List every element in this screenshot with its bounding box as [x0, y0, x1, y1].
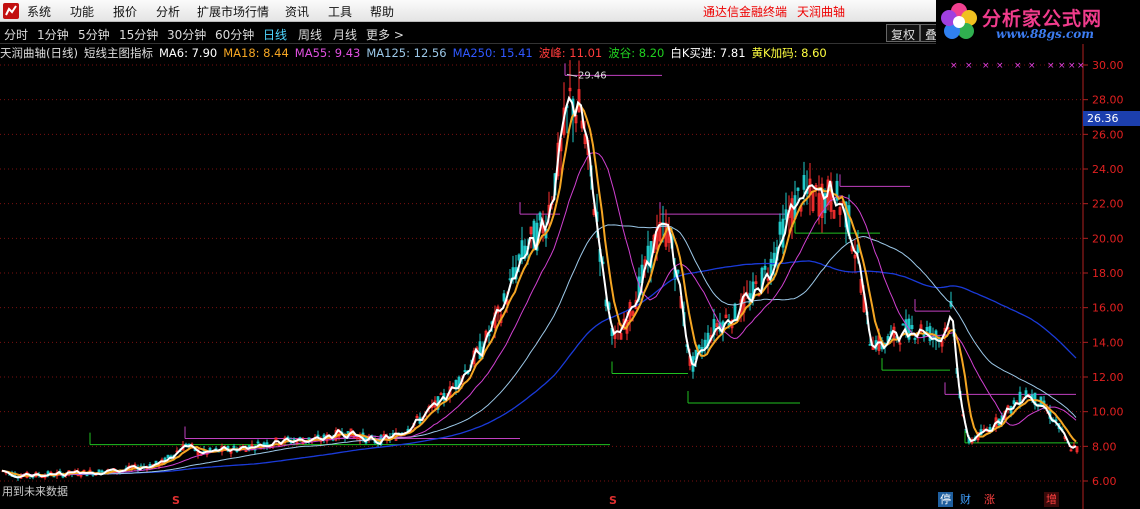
- candle-body: [913, 338, 917, 340]
- price-tick-label: 10.00: [1092, 406, 1124, 419]
- menu-function[interactable]: 功能: [70, 3, 94, 20]
- ma55-line: [1, 152, 1077, 476]
- signal-increase-badge[interactable]: 增: [1044, 492, 1059, 507]
- price-tick-label: 16.00: [1092, 302, 1124, 315]
- future-data-warning: 用到未来数据: [2, 485, 68, 498]
- signal-limit-up-badge[interactable]: 涨: [982, 492, 997, 507]
- ma250-line: [1, 260, 1077, 476]
- period-bar: 分时 1分钟 5分钟 15分钟 30分钟 60分钟 日线 周线 月线 更多 > …: [0, 22, 943, 44]
- candle-body: [697, 345, 701, 349]
- menu-tools[interactable]: 工具: [328, 3, 352, 20]
- candle-body: [538, 212, 542, 221]
- candle-body: [733, 303, 737, 321]
- app-logo-icon: [3, 3, 19, 19]
- candle-body: [232, 445, 236, 449]
- candle-body: [763, 265, 767, 270]
- candle-body: [511, 267, 515, 279]
- menu-analysis[interactable]: 分析: [156, 3, 180, 20]
- wave-star-marker: ×: [996, 61, 1004, 71]
- period-1min[interactable]: 1分钟: [37, 26, 69, 43]
- wave-star-marker: ×: [1077, 61, 1085, 71]
- period-fenshi[interactable]: 分时: [4, 26, 28, 43]
- candle-body: [508, 278, 512, 281]
- candle-body: [439, 393, 443, 396]
- candle-body: [463, 370, 467, 372]
- period-30min[interactable]: 30分钟: [167, 26, 206, 43]
- candle-body: [676, 269, 680, 274]
- wave-star-marker: ×: [950, 61, 958, 71]
- kline-chart[interactable]: 30.00 28.00 26.00 24.00 22.00 20.00 18.00 16.00…: [0, 44, 1140, 509]
- current-price-badge: 26.36: [1083, 111, 1140, 126]
- price-tick-label: 28.00: [1092, 94, 1124, 107]
- period-weekly[interactable]: 周线: [298, 26, 322, 43]
- price-tick-label: 12.00: [1092, 371, 1124, 384]
- candle-body: [256, 441, 260, 444]
- period-5min[interactable]: 5分钟: [78, 26, 110, 43]
- price-tick-label: 18.00: [1092, 267, 1124, 280]
- s-signal-marker-2: S: [609, 494, 617, 507]
- period-15min[interactable]: 15分钟: [119, 26, 158, 43]
- candle-body: [910, 324, 914, 330]
- menu-info[interactable]: 资讯: [285, 3, 309, 20]
- candle-body: [520, 240, 524, 258]
- candle-body: [1012, 400, 1016, 405]
- candle-body: [802, 175, 806, 190]
- candlesticks: [1, 60, 1079, 482]
- ma18-line: [1, 102, 1077, 477]
- menu-system[interactable]: 系统: [27, 3, 51, 20]
- candle-body: [85, 474, 89, 477]
- candle-body: [778, 221, 782, 235]
- watermark-logo: 分析家公式网 www.88gs.com: [936, 0, 1140, 44]
- wave-star-marker: ×: [965, 61, 973, 71]
- candle-body: [502, 293, 506, 302]
- wave-star-marker: ×: [982, 61, 990, 71]
- terminal-title: 通达信金融终端: [703, 5, 788, 19]
- fuquan-button[interactable]: 复权: [886, 24, 921, 42]
- candle-body: [517, 254, 521, 261]
- signal-finance-badge[interactable]: 财: [958, 492, 973, 507]
- price-tick-label: 6.00: [1092, 475, 1117, 488]
- wave-star-marker: ×: [1014, 61, 1022, 71]
- candle-body: [868, 343, 872, 346]
- period-60min[interactable]: 60分钟: [215, 26, 254, 43]
- candle-body: [703, 339, 707, 349]
- price-tick-label: 20.00: [1092, 232, 1124, 245]
- price-tick-label: 24.00: [1092, 163, 1124, 176]
- chart-annotations: 29.46× × × × × × × × × ×: [566, 61, 1085, 81]
- wave-star-marker: ×: [1058, 61, 1066, 71]
- price-tick-label: 22.00: [1092, 198, 1124, 211]
- candle-body: [166, 454, 170, 459]
- menu-extended-market[interactable]: 扩展市场行情: [197, 3, 269, 20]
- wave-star-marker: ×: [1028, 61, 1036, 71]
- candle-body: [478, 341, 482, 359]
- period-monthly[interactable]: 月线: [333, 26, 357, 43]
- menu-quote[interactable]: 报价: [113, 3, 137, 20]
- candle-body: [1024, 390, 1028, 397]
- price-tick-label: 14.00: [1092, 336, 1124, 349]
- period-more[interactable]: 更多 >: [366, 26, 404, 43]
- signal-suspend-badge[interactable]: 停: [938, 492, 953, 507]
- candle-body: [781, 218, 785, 248]
- stock-name-title: 天润曲轴: [797, 5, 846, 19]
- candle-body: [796, 187, 800, 191]
- candle-body: [901, 323, 905, 326]
- wave-star-marker: ×: [1047, 61, 1055, 71]
- menu-help[interactable]: 帮助: [370, 3, 394, 20]
- watermark-url: www.88gs.com: [996, 27, 1094, 41]
- moving-average-lines: [1, 95, 1077, 479]
- price-tick-label: 30.00: [1092, 59, 1124, 72]
- flower-logo-icon: [941, 3, 977, 39]
- wave-star-marker: ×: [1068, 61, 1076, 71]
- high-price-label: 29.46: [578, 70, 607, 81]
- ma125-line: [1, 224, 1077, 476]
- price-tick-label: 8.00: [1092, 440, 1117, 453]
- ma6-line: [1, 95, 1077, 479]
- period-daily[interactable]: 日线: [263, 26, 287, 43]
- price-tick-label: 26.00: [1092, 128, 1124, 141]
- s-signal-marker-1: S: [172, 494, 180, 507]
- candle-body: [925, 327, 929, 332]
